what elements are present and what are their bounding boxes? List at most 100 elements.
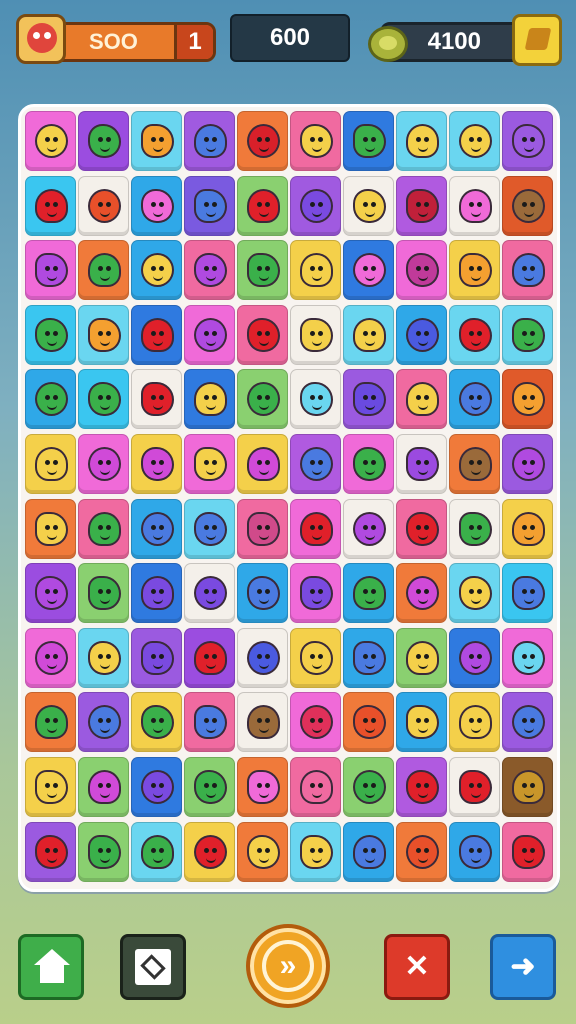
game-tile[interactable] bbox=[184, 821, 235, 882]
game-tile[interactable] bbox=[449, 175, 500, 236]
game-tile[interactable] bbox=[290, 240, 341, 301]
game-tile[interactable] bbox=[25, 757, 76, 817]
game-tile[interactable] bbox=[449, 240, 500, 301]
game-tile[interactable] bbox=[343, 369, 394, 430]
game-tile[interactable] bbox=[78, 821, 129, 882]
game-tile[interactable] bbox=[449, 692, 500, 753]
game-tile[interactable] bbox=[237, 563, 288, 624]
game-tile[interactable] bbox=[290, 304, 341, 365]
game-tile[interactable] bbox=[237, 692, 288, 753]
game-tile[interactable] bbox=[449, 111, 500, 171]
game-tile[interactable] bbox=[78, 757, 129, 817]
game-tile[interactable] bbox=[502, 175, 553, 236]
game-tile[interactable] bbox=[237, 821, 288, 882]
game-tile[interactable] bbox=[290, 434, 341, 494]
game-tile[interactable] bbox=[184, 563, 235, 624]
game-tile[interactable] bbox=[131, 240, 182, 301]
game-tile[interactable] bbox=[78, 369, 129, 430]
game-tile[interactable] bbox=[131, 563, 182, 624]
game-tile[interactable] bbox=[78, 498, 129, 559]
game-tile[interactable] bbox=[184, 434, 235, 494]
game-tile[interactable] bbox=[502, 757, 553, 817]
game-tile[interactable] bbox=[343, 240, 394, 301]
game-tile[interactable] bbox=[343, 627, 394, 688]
game-tile[interactable] bbox=[449, 563, 500, 624]
game-tile[interactable] bbox=[449, 369, 500, 430]
game-tile[interactable] bbox=[396, 627, 447, 688]
game-tile[interactable] bbox=[131, 111, 182, 171]
game-tile[interactable] bbox=[78, 563, 129, 624]
game-tile[interactable] bbox=[184, 175, 235, 236]
game-tile[interactable] bbox=[396, 498, 447, 559]
game-tile[interactable] bbox=[25, 692, 76, 753]
game-tile[interactable] bbox=[502, 434, 553, 494]
game-tile[interactable] bbox=[184, 627, 235, 688]
game-tile[interactable] bbox=[184, 498, 235, 559]
home-button[interactable] bbox=[18, 934, 84, 1000]
game-tile[interactable] bbox=[290, 821, 341, 882]
game-tile[interactable] bbox=[25, 304, 76, 365]
game-tile[interactable] bbox=[343, 175, 394, 236]
game-tile[interactable] bbox=[343, 563, 394, 624]
game-tile[interactable] bbox=[396, 175, 447, 236]
game-tile[interactable] bbox=[290, 563, 341, 624]
game-tile[interactable] bbox=[237, 498, 288, 559]
game-tile[interactable] bbox=[237, 369, 288, 430]
map-button[interactable] bbox=[120, 934, 186, 1000]
game-tile[interactable] bbox=[78, 627, 129, 688]
game-tile[interactable] bbox=[131, 821, 182, 882]
game-tile[interactable] bbox=[131, 498, 182, 559]
game-tile[interactable] bbox=[396, 563, 447, 624]
game-tile[interactable] bbox=[343, 757, 394, 817]
next-button[interactable]: ➜ bbox=[490, 934, 556, 1000]
game-tile[interactable] bbox=[237, 627, 288, 688]
game-tile[interactable] bbox=[78, 434, 129, 494]
game-tile[interactable] bbox=[396, 304, 447, 365]
game-tile[interactable] bbox=[396, 692, 447, 753]
game-tile[interactable] bbox=[290, 757, 341, 817]
game-tile[interactable] bbox=[131, 304, 182, 365]
game-tile[interactable] bbox=[184, 692, 235, 753]
game-tile[interactable] bbox=[449, 498, 500, 559]
play-button[interactable]: » bbox=[246, 924, 330, 1008]
game-tile[interactable] bbox=[184, 369, 235, 430]
game-tile[interactable] bbox=[449, 304, 500, 365]
game-tile[interactable] bbox=[396, 434, 447, 494]
game-tile[interactable] bbox=[237, 304, 288, 365]
game-tile[interactable] bbox=[343, 498, 394, 559]
game-tile[interactable] bbox=[502, 821, 553, 882]
game-tile[interactable] bbox=[396, 369, 447, 430]
game-tile[interactable] bbox=[449, 434, 500, 494]
game-tile[interactable] bbox=[78, 111, 129, 171]
game-tile[interactable] bbox=[25, 434, 76, 494]
shuffle-button[interactable]: ✕ bbox=[384, 934, 450, 1000]
game-tile[interactable] bbox=[449, 627, 500, 688]
game-tile[interactable] bbox=[396, 240, 447, 301]
game-tile[interactable] bbox=[131, 434, 182, 494]
game-tile[interactable] bbox=[237, 434, 288, 494]
game-tile[interactable] bbox=[237, 175, 288, 236]
game-tile[interactable] bbox=[396, 821, 447, 882]
game-tile[interactable] bbox=[184, 111, 235, 171]
game-tile[interactable] bbox=[290, 692, 341, 753]
game-tile[interactable] bbox=[290, 175, 341, 236]
game-tile[interactable] bbox=[237, 240, 288, 301]
game-tile[interactable] bbox=[184, 304, 235, 365]
game-tile[interactable] bbox=[502, 369, 553, 430]
game-tile[interactable] bbox=[237, 757, 288, 817]
game-tile[interactable] bbox=[396, 757, 447, 817]
game-tile[interactable] bbox=[290, 369, 341, 430]
game-tile[interactable] bbox=[131, 757, 182, 817]
game-tile[interactable] bbox=[25, 563, 76, 624]
game-tile[interactable] bbox=[343, 434, 394, 494]
game-tile[interactable] bbox=[502, 627, 553, 688]
game-tile[interactable] bbox=[502, 304, 553, 365]
game-tile[interactable] bbox=[78, 240, 129, 301]
game-tile[interactable] bbox=[502, 692, 553, 753]
game-tile[interactable] bbox=[131, 627, 182, 688]
game-tile[interactable] bbox=[502, 111, 553, 171]
game-tile[interactable] bbox=[78, 304, 129, 365]
game-tile[interactable] bbox=[343, 821, 394, 882]
game-tile[interactable] bbox=[25, 111, 76, 171]
game-tile[interactable] bbox=[343, 304, 394, 365]
